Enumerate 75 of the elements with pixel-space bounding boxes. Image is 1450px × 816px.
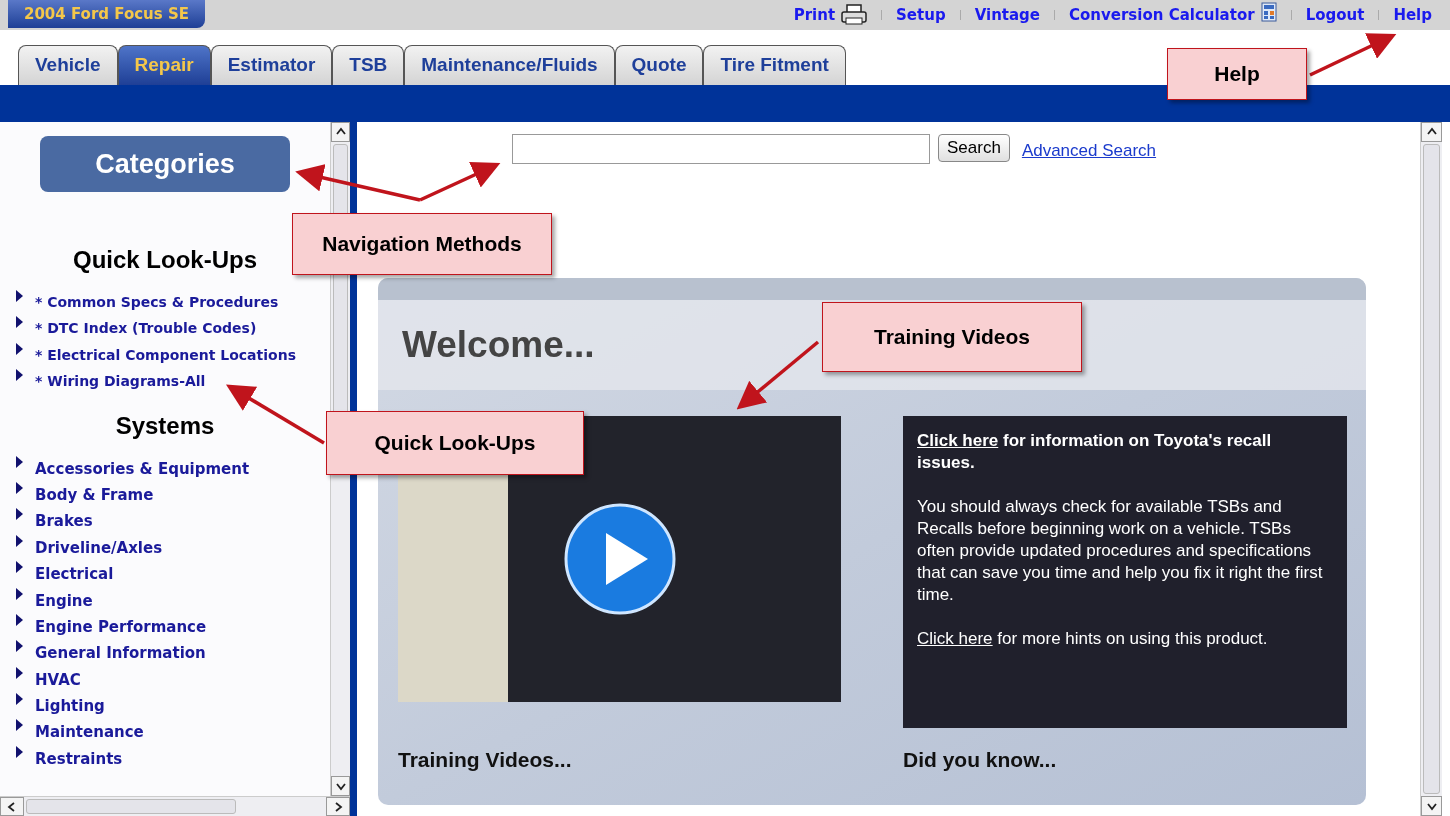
scroll-down-icon[interactable]: [1421, 796, 1442, 816]
advanced-search-link[interactable]: Advanced Search: [1021, 138, 1157, 164]
tab[interactable]: Vehicle: [18, 45, 118, 85]
triangle-icon: [16, 369, 23, 382]
printer-icon[interactable]: [841, 4, 868, 26]
top-link[interactable]: Vintage: [974, 3, 1040, 27]
top-link[interactable]: Logout: [1305, 3, 1365, 27]
top-link[interactable]: Conversion Calculator: [1069, 3, 1255, 27]
scroll-right-icon[interactable]: [326, 797, 350, 816]
horizontal-scrollbar[interactable]: [0, 796, 350, 816]
info-caption: Did you know...: [903, 747, 1058, 773]
tab[interactable]: TSB: [332, 45, 405, 85]
info-paragraph: You should always check for available TSBs and Recalls before beginning work on a vehicle. TSBs often provide updated procedures and specifications that can save you time and help you fix it right the first time.: [917, 496, 1324, 606]
search-button[interactable]: Search: [938, 134, 1010, 162]
tab[interactable]: Tire Fitment: [703, 45, 846, 85]
category-link[interactable]: * DTC Index (Trouble Codes): [35, 318, 257, 340]
category-link[interactable]: Brakes: [35, 510, 93, 533]
section-heading: Quick Look-Ups: [73, 245, 257, 275]
tab[interactable]: Estimator: [210, 45, 333, 85]
category-link[interactable]: Engine Performance: [35, 615, 207, 639]
category-link[interactable]: General Information: [35, 642, 206, 665]
callout-label: Navigation Methods: [292, 213, 552, 275]
tab[interactable]: Quote: [614, 45, 704, 85]
triangle-icon: [16, 719, 23, 732]
top-link[interactable]: Print: [793, 3, 836, 27]
category-link[interactable]: Electrical: [35, 563, 114, 586]
triangle-icon: [16, 534, 23, 547]
category-link[interactable]: Accessories & Equipment: [35, 457, 250, 481]
triangle-icon: [16, 316, 23, 329]
triangle-icon: [16, 508, 23, 521]
section-heading: Systems: [115, 410, 215, 441]
categories-button[interactable]: Categories: [40, 136, 290, 192]
tab[interactable]: Maintenance/Fluids: [404, 45, 615, 85]
vertical-scrollbar[interactable]: [1420, 122, 1442, 816]
triangle-icon: [16, 455, 23, 468]
triangle-icon: [16, 666, 23, 679]
click-here-link[interactable]: Click here: [917, 431, 999, 450]
triangle-icon: [16, 290, 23, 302]
triangle-icon: [16, 561, 23, 574]
category-link[interactable]: Maintenance: [35, 721, 144, 744]
category-link[interactable]: Engine: [35, 589, 93, 612]
calculator-icon[interactable]: [1260, 2, 1277, 22]
callout-label: Training Videos: [822, 302, 1082, 372]
top-link[interactable]: Setup: [896, 3, 946, 27]
triangle-icon: [16, 745, 23, 758]
click-here-link[interactable]: Click here: [917, 629, 993, 648]
welcome-heading: Welcome...: [402, 323, 595, 368]
category-link[interactable]: Lighting: [35, 695, 105, 718]
callout-label: Quick Look-Ups: [326, 411, 584, 475]
category-link[interactable]: HVAC: [35, 668, 81, 692]
scroll-left-icon[interactable]: [0, 797, 24, 816]
triangle-icon: [16, 613, 23, 626]
info-paragraph: Click here for more hints on using this product.: [917, 628, 1269, 650]
triangle-icon: [16, 481, 23, 494]
category-link[interactable]: * Wiring Diagrams-All: [35, 371, 206, 393]
category-link[interactable]: Body & Frame: [35, 483, 154, 507]
scroll-up-icon[interactable]: [331, 122, 350, 142]
category-link[interactable]: Driveline/Axles: [35, 536, 163, 560]
video-caption: Training Videos...: [398, 747, 573, 773]
category-link[interactable]: * Common Specs & Procedures: [35, 292, 279, 313]
play-button-icon[interactable]: [563, 503, 676, 615]
tab[interactable]: Repair: [117, 45, 211, 85]
triangle-icon: [16, 693, 23, 706]
category-link[interactable]: * Electrical Component Locations: [35, 344, 296, 366]
scroll-down-icon[interactable]: [331, 776, 350, 796]
category-link[interactable]: Restraints: [35, 747, 123, 771]
info-paragraph: Click here for information on Toyota's recall issues.: [917, 430, 1273, 474]
triangle-icon: [16, 640, 23, 653]
triangle-icon: [16, 587, 23, 600]
callout-label: Help: [1167, 48, 1307, 100]
scroll-up-icon[interactable]: [1421, 122, 1442, 142]
top-link[interactable]: Help: [1393, 3, 1432, 27]
triangle-icon: [16, 342, 23, 355]
search-field[interactable]: [512, 134, 930, 164]
vehicle-badge: 2004 Ford Focus SE: [8, 0, 205, 28]
